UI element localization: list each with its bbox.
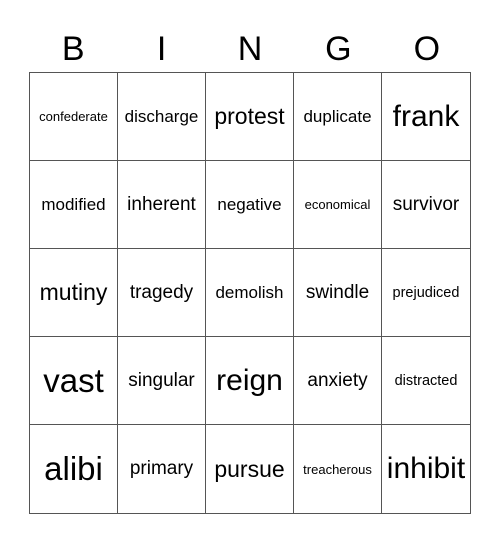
cell-word: prejudiced: [392, 284, 460, 301]
cell-word: discharge: [124, 106, 199, 126]
cell-word: alibi: [44, 450, 103, 487]
cell-word: distracted: [394, 372, 458, 389]
bingo-cell[interactable]: swindle: [294, 249, 382, 337]
bingo-cell[interactable]: frank: [382, 73, 470, 161]
cell-word: inherent: [127, 193, 196, 215]
bingo-cell[interactable]: economical: [294, 161, 382, 249]
cell-word: vast: [43, 361, 104, 399]
bingo-header: B I N G O: [29, 26, 471, 72]
bingo-cell[interactable]: reign: [206, 337, 294, 425]
cell-word: primary: [129, 458, 194, 479]
cell-word: duplicate: [303, 106, 372, 126]
bingo-cell[interactable]: tragedy: [118, 249, 206, 337]
cell-word: survivor: [392, 193, 460, 215]
bingo-grid: confederate discharge protest duplicate fran…: [29, 72, 471, 514]
header-letter-b: B: [61, 30, 85, 68]
bingo-cell[interactable]: vast: [30, 337, 118, 425]
bingo-cell[interactable]: discharge: [118, 73, 206, 161]
cell-word: confederate: [39, 109, 108, 124]
bingo-cell[interactable]: prejudiced: [382, 249, 470, 337]
cell-word: pursue: [214, 455, 285, 482]
header-letter-i: I: [156, 30, 167, 68]
bingo-cell[interactable]: demolish: [206, 249, 294, 337]
bingo-cell[interactable]: duplicate: [294, 73, 382, 161]
bingo-cell[interactable]: alibi: [30, 425, 118, 513]
bingo-cell[interactable]: inhibit: [382, 425, 470, 513]
bingo-cell[interactable]: distracted: [382, 337, 470, 425]
cell-word: reign: [216, 363, 283, 397]
cell-word: inhibit: [386, 452, 466, 485]
cell-word: swindle: [305, 281, 370, 303]
cell-word: mutiny: [39, 279, 108, 305]
bingo-cell[interactable]: negative: [206, 161, 294, 249]
cell-word: negative: [217, 194, 282, 214]
bingo-cell[interactable]: singular: [118, 337, 206, 425]
bingo-cell[interactable]: anxiety: [294, 337, 382, 425]
cell-word: treacherous: [303, 461, 372, 477]
bingo-cell[interactable]: modified: [30, 161, 118, 249]
bingo-cell[interactable]: treacherous: [294, 425, 382, 513]
header-letter-n: N: [237, 30, 263, 68]
cell-word: tragedy: [129, 281, 194, 303]
bingo-cell[interactable]: survivor: [382, 161, 470, 249]
bingo-cell[interactable]: protest: [206, 73, 294, 161]
bingo-cell[interactable]: confederate: [30, 73, 118, 161]
cell-word: demolish: [215, 282, 284, 302]
bingo-cell[interactable]: mutiny: [30, 249, 118, 337]
cell-word: anxiety: [307, 369, 368, 391]
bingo-cell[interactable]: inherent: [118, 161, 206, 249]
bingo-cell[interactable]: primary: [118, 425, 206, 513]
cell-word: frank: [392, 99, 460, 133]
cell-word: modified: [41, 194, 106, 214]
header-letter-o: O: [413, 30, 441, 68]
bingo-cell[interactable]: pursue: [206, 425, 294, 513]
header-letter-g: G: [325, 30, 352, 68]
cell-word: singular: [128, 369, 195, 391]
cell-word: economical: [304, 197, 371, 212]
cell-word: protest: [214, 103, 285, 129]
